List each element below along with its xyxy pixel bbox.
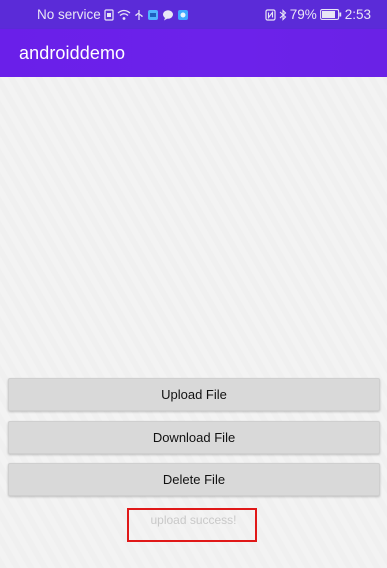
- bluetooth-icon: [279, 8, 287, 21]
- app-title: androiddemo: [19, 43, 126, 63]
- status-bar: No service 79% 2:53: [0, 0, 387, 29]
- clock: 2:53: [344, 7, 371, 22]
- carrier-label: No service: [37, 7, 101, 22]
- usb-icon: [134, 9, 144, 21]
- chat-icon: [162, 9, 174, 21]
- nfc-icon: [265, 8, 276, 21]
- delete-file-button[interactable]: Delete File: [8, 463, 380, 496]
- result-highlight-box: [127, 508, 257, 542]
- wifi-icon: [117, 9, 131, 21]
- upload-file-button[interactable]: Upload File: [8, 378, 380, 411]
- media-icon: [177, 9, 189, 21]
- battery-percent: 79%: [289, 7, 317, 22]
- battery-icon: [319, 9, 342, 20]
- status-right: 79% 2:53: [265, 7, 371, 22]
- sim-icon: [104, 8, 114, 21]
- app-bar: androiddemo: [0, 29, 387, 77]
- app-notification-icon: [147, 9, 159, 21]
- status-left: No service: [37, 7, 189, 22]
- download-file-button[interactable]: Download File: [8, 421, 380, 454]
